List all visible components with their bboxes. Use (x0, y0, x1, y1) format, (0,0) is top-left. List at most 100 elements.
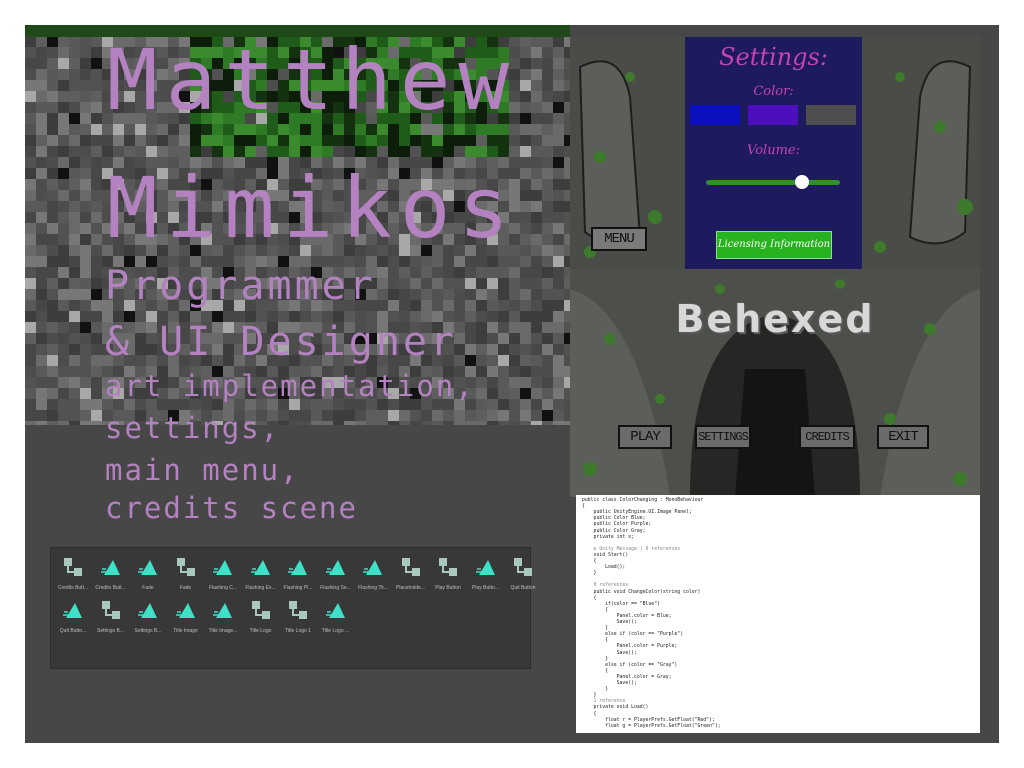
settings-panel: Settings: Color: Volume: Licensing Infor… (685, 37, 862, 269)
asset-item[interactable]: Flashing Tit... (354, 551, 392, 599)
settings-button[interactable]: SETTINGS (695, 425, 751, 449)
asset-item[interactable]: Fade (167, 551, 205, 599)
code-line: Save(); (582, 681, 637, 686)
code-line: public Color Gray; (582, 528, 646, 534)
code-line: Panel.color = Blue; (582, 613, 672, 619)
asset-item-label: Flashing C... (208, 585, 238, 591)
code-line: public Color Blue; (582, 516, 646, 522)
code-line: if(color == "Blue") (582, 601, 660, 607)
color-swatch-blue[interactable] (690, 105, 740, 125)
animation-clip-icon (100, 557, 121, 577)
code-line: Panel.color = Gray; (582, 674, 672, 680)
code-line: { (582, 595, 597, 601)
code-line: public void ChangeColor(string color) (582, 589, 701, 595)
prefab-icon (513, 557, 533, 577)
asset-item-label: Fade (179, 585, 192, 591)
asset-item-label: Settings B... (97, 628, 124, 634)
asset-item-label: Title Logo 1 (285, 628, 311, 634)
asset-item[interactable]: Flashing C... (204, 551, 242, 599)
asset-item[interactable]: Quit Button (504, 551, 542, 599)
code-line: else if (color == "Purple") (582, 632, 684, 638)
exit-button[interactable]: EXIT (877, 425, 929, 449)
play-button[interactable]: PLAY (618, 425, 672, 449)
code-line: Save(); (582, 650, 637, 656)
asset-item-label: Placeholde... (396, 585, 425, 591)
licensing-info-button[interactable]: Licensing Information (716, 231, 832, 259)
asset-item[interactable]: Placeholde... (392, 551, 430, 599)
code-line: public UnityEngine.UI.Image Panel; (582, 510, 692, 516)
asset-item[interactable]: Quit Butto... (54, 594, 92, 642)
duty-settings: settings, (105, 411, 281, 445)
asset-item-label: Flashing Se... (320, 585, 351, 591)
asset-item[interactable]: Flashing Pl... (279, 551, 317, 599)
name-last: Mimikos (107, 159, 518, 257)
asset-item[interactable]: Credits Butt... (54, 551, 92, 599)
game-title-logo: Behexed (675, 297, 875, 341)
asset-item[interactable]: Fade (129, 551, 167, 599)
animation-clip-icon (325, 557, 346, 577)
animation-clip-icon (325, 600, 346, 620)
asset-item[interactable]: Credits Butt... (92, 551, 130, 599)
animation-clip-icon (288, 557, 308, 577)
color-swatch-purple[interactable] (748, 105, 798, 125)
animation-clip-icon (213, 600, 233, 620)
animation-clip-icon (138, 557, 158, 577)
asset-item[interactable]: Play Button (429, 551, 467, 599)
settings-title: Settings: (719, 43, 828, 71)
code-line: { (582, 668, 608, 674)
asset-item[interactable]: Title Image (167, 594, 205, 642)
code-line: Save(); (582, 620, 637, 625)
credits-button[interactable]: CREDITS (799, 425, 855, 449)
code-line: void Start() (582, 552, 629, 558)
volume-label: Volume: (747, 143, 800, 158)
code-line: ⊕ Unity Message | 0 references (582, 546, 681, 552)
code-line: } (582, 687, 608, 693)
asset-item[interactable]: Title Logo 1 (279, 594, 317, 642)
role-title: Programmer (105, 263, 376, 309)
menu-button[interactable]: MENU (591, 227, 647, 251)
asset-item[interactable]: Settings B... (129, 594, 167, 642)
prefab-icon (101, 600, 121, 620)
asset-item[interactable]: Flashing Ex... (242, 551, 280, 599)
color-swatch-gray[interactable] (806, 105, 856, 125)
prefab-icon (176, 557, 196, 577)
code-line: float r = PlayerPrefs.GetFloat("Red"); (582, 717, 715, 723)
volume-slider-thumb[interactable] (795, 175, 810, 189)
asset-item-label: Title Logo ... (321, 628, 350, 634)
code-line: private void Load() (582, 705, 649, 711)
animation-clip-icon (250, 557, 271, 577)
asset-item[interactable]: Title Logo (242, 594, 280, 642)
portfolio-card: Matthew Mimikos Programmer & UI Designer… (25, 25, 999, 743)
duty-main-menu: main menu, (105, 453, 300, 487)
code-line: { (582, 607, 608, 613)
asset-item[interactable]: Play Butto... (467, 551, 505, 599)
asset-item[interactable]: Flashing Se... (317, 551, 355, 599)
code-line: Load(); (582, 565, 626, 571)
code-line: float g = PlayerPrefs.GetFloat("Green"); (582, 723, 721, 729)
prefab-icon (251, 600, 271, 620)
asset-item-label: Title Image (173, 628, 198, 634)
asset-item[interactable]: Settings B... (92, 594, 130, 642)
prefab-icon (63, 557, 83, 577)
code-line: } (582, 656, 608, 662)
asset-item[interactable]: Title Image... (204, 594, 242, 642)
code-line: else if (color == "Gray") (582, 662, 678, 668)
code-line: { (582, 559, 597, 564)
code-line: Panel.color = Purple; (582, 644, 678, 650)
asset-item-label: Play Button (435, 585, 461, 591)
code-line: { (582, 711, 597, 717)
code-line: public Color Purple; (582, 522, 652, 528)
asset-item[interactable]: Title Logo ... (317, 594, 355, 642)
prefab-icon (438, 557, 458, 577)
prefab-icon (401, 557, 421, 577)
animation-clip-icon (63, 600, 83, 620)
duty-art: art implementation, (105, 369, 475, 403)
duty-credits: credits scene (105, 491, 358, 525)
code-line: { (582, 504, 585, 510)
animation-clip-icon (138, 600, 158, 620)
color-label: Color: (753, 84, 794, 99)
code-line: } (582, 571, 597, 577)
asset-item-label: Quit Button (510, 585, 536, 591)
asset-item-label: Quit Butto... (59, 628, 87, 634)
volume-slider[interactable] (706, 175, 840, 189)
